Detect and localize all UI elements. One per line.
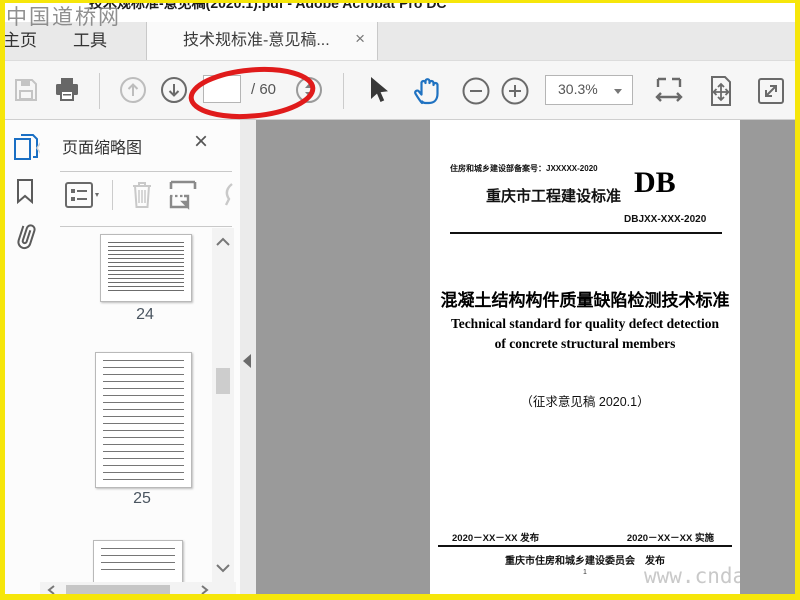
frame-border (0, 0, 5, 600)
zoom-level-dropdown[interactable]: 30.3% (545, 75, 633, 105)
print-icon (56, 78, 78, 101)
thumbnail-label: 25 (133, 490, 151, 507)
page-layout-button[interactable] (166, 178, 200, 212)
fullscreen-icon (758, 78, 784, 104)
document-title-cn: 混凝土结构构件质量缺陷检测技术标准 (440, 291, 730, 310)
frame-border (0, 594, 800, 600)
thumbnail-options-button[interactable] (64, 180, 102, 210)
rule-line (438, 545, 732, 547)
window-titlebar: 技术规标准-意见稿(2020.1).pdf - Adobe Acrobat Pr… (5, 3, 795, 22)
zoom-level-value: 30.3% (558, 81, 598, 97)
standard-category: 重庆市工程建设标准 (486, 188, 622, 205)
fit-width-button[interactable] (653, 75, 685, 107)
fit-page-button[interactable] (705, 75, 737, 107)
thumbnails-vertical-scrollbar[interactable] (212, 228, 234, 582)
thumbnail-page-26[interactable] (93, 540, 183, 584)
db-mark: DB (634, 166, 676, 199)
main-toolbar: / 60 30.3% (5, 60, 795, 120)
previous-page-button[interactable] (119, 76, 147, 104)
frame-border (795, 0, 800, 600)
divider (60, 226, 232, 227)
rotate-icon (224, 183, 233, 206)
next-page-button[interactable] (160, 76, 188, 104)
save-icon (15, 79, 37, 101)
navigation-rail (5, 120, 44, 594)
document-canvas[interactable]: 住房和城乡建设部备案号：JXXXXX-2020 重庆市工程建设标准 DB DBJ… (256, 120, 795, 594)
cursor-arrow-icon (371, 77, 388, 102)
toolbar-divider (99, 73, 100, 109)
tab-document-label: 技术规标准-意见稿... (183, 32, 330, 49)
document-title-en-2: of concrete structural members (494, 336, 676, 351)
thumbnail-page-25[interactable] (95, 352, 192, 488)
panel-splitter[interactable] (240, 120, 256, 594)
panel-title: 页面缩略图 (62, 140, 143, 157)
select-tool-button[interactable] (367, 75, 391, 105)
site-watermark-bottom: www.cndao (644, 564, 740, 588)
options-list-icon (65, 182, 99, 208)
implement-date: 2020－XX－XX 实施 (626, 533, 714, 544)
page-number-input[interactable] (203, 75, 241, 103)
window-title: 技术规标准-意见稿(2020.1).pdf - Adobe Acrobat Pr… (89, 3, 447, 11)
acrobat-window: 技术规标准-意见稿(2020.1).pdf - Adobe Acrobat Pr… (0, 0, 800, 600)
thumbnail-content (101, 548, 175, 576)
record-number: 住房和城乡建设部备案号：JXXXXX-2020 (450, 164, 598, 173)
thumbnail-content (103, 360, 184, 480)
divider (60, 171, 232, 172)
bookmarks-tab[interactable] (13, 177, 37, 205)
delete-page-button[interactable] (128, 179, 156, 211)
scroll-down-icon[interactable] (214, 562, 232, 574)
collapse-panel-icon[interactable] (243, 354, 251, 368)
hand-icon (414, 78, 439, 105)
page-total-label: / 60 (251, 81, 277, 98)
document-title-en-1: Technical standard for quality defect de… (450, 316, 720, 331)
arrow-up-icon (120, 77, 146, 103)
site-watermark-top: 中国道桥网 (6, 6, 121, 29)
scrollbar-thumb[interactable] (216, 368, 230, 394)
panel-close-icon[interactable]: × (194, 128, 208, 156)
rule-line (450, 232, 722, 234)
issue-date: 2020－XX－XX 发布 (452, 533, 540, 544)
chevron-down-icon (614, 89, 622, 94)
toolbar-divider (343, 73, 344, 109)
trash-icon (133, 182, 151, 208)
paperclip-icon (17, 224, 36, 250)
fit-width-icon (655, 77, 683, 102)
fit-page-icon (711, 76, 731, 106)
arrow-down-icon (161, 77, 187, 103)
hand-tool-button[interactable] (410, 74, 444, 108)
attachments-tab[interactable] (11, 220, 39, 254)
tab-strip: 主页 工具 技术规标准-意见稿... × (3, 22, 795, 60)
print-button[interactable] (53, 76, 81, 104)
draft-note: （征求意见稿 2020.1） (520, 395, 650, 409)
tab-close-icon[interactable]: × (355, 29, 365, 49)
thumbnail-label: 24 (136, 306, 154, 323)
divider (112, 180, 113, 210)
tab-document[interactable]: 技术规标准-意见稿... × (146, 22, 378, 60)
pdf-page: 住房和城乡建设部备案号：JXXXXX-2020 重庆市工程建设标准 DB DBJ… (430, 120, 740, 594)
plus-icon (501, 77, 529, 105)
extract-pages-icon (169, 180, 197, 210)
thumbnail-content (108, 242, 184, 294)
minus-icon (462, 77, 490, 105)
stepper-icon (296, 77, 322, 103)
frame-border (0, 0, 800, 3)
standard-number: DBJXX-XXX-2020 (624, 214, 707, 225)
zoom-out-button[interactable] (461, 76, 491, 106)
thumbnails-panel: 页面缩略图 × 24 25 (40, 120, 240, 598)
scroll-up-icon[interactable] (214, 236, 232, 248)
fullscreen-button[interactable] (756, 76, 786, 106)
thumbnail-page-24[interactable] (100, 234, 192, 302)
save-button[interactable] (13, 77, 39, 103)
page-stepper[interactable] (295, 76, 323, 104)
zoom-in-button[interactable] (500, 76, 530, 106)
bookmark-icon (17, 179, 33, 205)
